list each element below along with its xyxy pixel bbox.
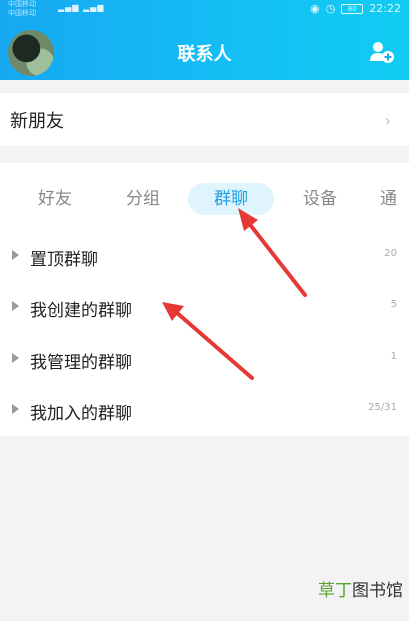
watermark-part-2: 图书馆 — [352, 581, 403, 601]
triangle-right-icon — [12, 301, 19, 311]
group-label: 置顶群聊 — [30, 250, 98, 270]
tab-groups[interactable]: 分组 — [110, 183, 176, 215]
group-row-joined[interactable]: 我加入的群聊 25/31 — [0, 391, 409, 431]
watermark-part-1: 草丁 — [318, 581, 352, 601]
new-friends-label: 新朋友 — [10, 111, 64, 132]
new-friends-row[interactable]: 新朋友 › — [0, 93, 409, 146]
group-count: 25/31 — [368, 402, 397, 413]
chevron-right-icon: › — [384, 111, 391, 130]
battery-icon: 80 — [341, 3, 364, 14]
triangle-right-icon — [12, 250, 19, 260]
status-right: ◉ ◷ 80 22:22 — [310, 2, 401, 15]
group-count: 5 — [390, 299, 397, 310]
group-label: 我加入的群聊 — [30, 404, 132, 424]
contact-tabs: 好友 分组 群聊 设备 通 — [0, 183, 409, 215]
group-row-managed[interactable]: 我管理的群聊 1 — [0, 340, 409, 380]
tab-friends[interactable]: 好友 — [22, 183, 88, 215]
alarm-icon: ◷ — [325, 2, 336, 15]
status-bar: 中国移动 中国移动 ▂▄▆ ▂▄▆ ◉ ◷ 80 22:22 — [0, 0, 409, 18]
group-label: 我管理的群聊 — [30, 353, 132, 373]
group-row-pinned[interactable]: 置顶群聊 20 — [0, 237, 409, 277]
page-title: 联系人 — [177, 44, 232, 65]
group-count: 20 — [384, 248, 397, 259]
triangle-right-icon — [12, 404, 19, 414]
tab-devices[interactable]: 设备 — [287, 183, 353, 215]
group-row-created[interactable]: 我创建的群聊 5 — [0, 288, 409, 328]
contacts-panel: 好友 分组 群聊 设备 通 置顶群聊 20 我创建的群聊 5 我管理的群聊 1 … — [0, 163, 409, 436]
tab-group-chats[interactable]: 群聊 — [188, 183, 274, 215]
add-contact-icon[interactable] — [369, 40, 395, 64]
clock-time: 22:22 — [369, 2, 401, 15]
signal-icon: ▂▄▆ ▂▄▆ — [58, 3, 105, 12]
group-label: 我创建的群聊 — [30, 301, 132, 321]
group-count: 1 — [390, 351, 397, 362]
triangle-right-icon — [12, 353, 19, 363]
watermark: 草丁图书馆 — [318, 576, 403, 601]
header-bar: 中国移动 中国移动 ▂▄▆ ▂▄▆ ◉ ◷ 80 22:22 联系人 — [0, 0, 409, 80]
tab-more[interactable]: 通 — [380, 183, 409, 215]
eye-icon: ◉ — [310, 2, 320, 15]
